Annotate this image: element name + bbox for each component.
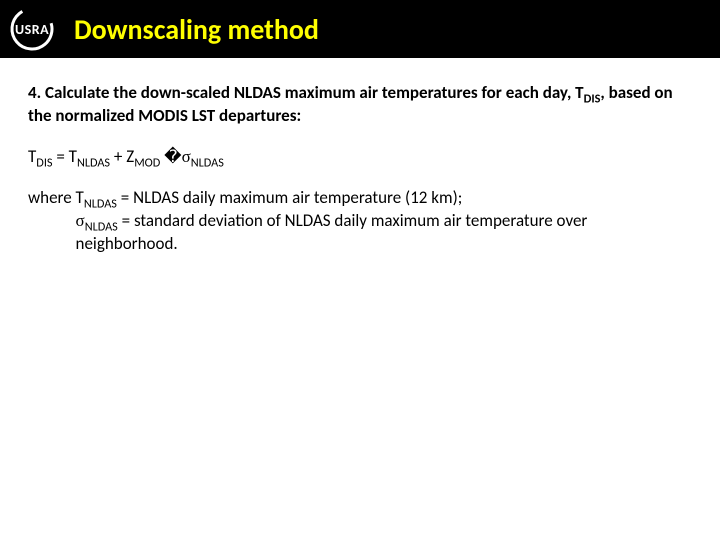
where-block: where TNLDAS = NLDAS daily maximum air t… [28,187,692,256]
eq-mod: MOD [134,155,160,170]
def1-T: T [76,187,84,208]
eq-nldas2: NLDAS [191,155,224,170]
eq-dis: DIS [36,155,52,170]
def2-text: = standard deviation of NLDAS daily maxi… [76,210,588,254]
intro-paragraph: 4. Calculate the down-scaled NLDAS maxim… [28,82,692,128]
logo-text: USRA [15,21,49,38]
usra-logo: USRA [8,5,56,53]
equation-line: TDIS = TNLDAS + ZMOD �σNLDAS [28,146,692,169]
eq-nldas: NLDAS [77,155,110,170]
eq-equals: = T [53,146,77,167]
intro-sub: DIS [584,91,601,106]
def2-sigma: σ [76,211,85,230]
intro-text-a: 4. Calculate the down-scaled NLDAS maxim… [28,82,584,103]
slide-title: Downscaling method [74,12,319,47]
eq-sigma: σ [182,147,191,166]
eq-glyph: � [160,146,181,167]
def1-text: = NLDAS daily maximum air temperature (1… [117,187,462,208]
eq-plus: + Z [110,146,134,167]
def1-sub: NLDAS [84,196,117,211]
title-bar: USRA Downscaling method [0,0,720,58]
definitions: TNLDAS = NLDAS daily maximum air tempera… [76,187,636,256]
slide-content: 4. Calculate the down-scaled NLDAS maxim… [0,58,720,256]
where-label: where [28,187,76,208]
